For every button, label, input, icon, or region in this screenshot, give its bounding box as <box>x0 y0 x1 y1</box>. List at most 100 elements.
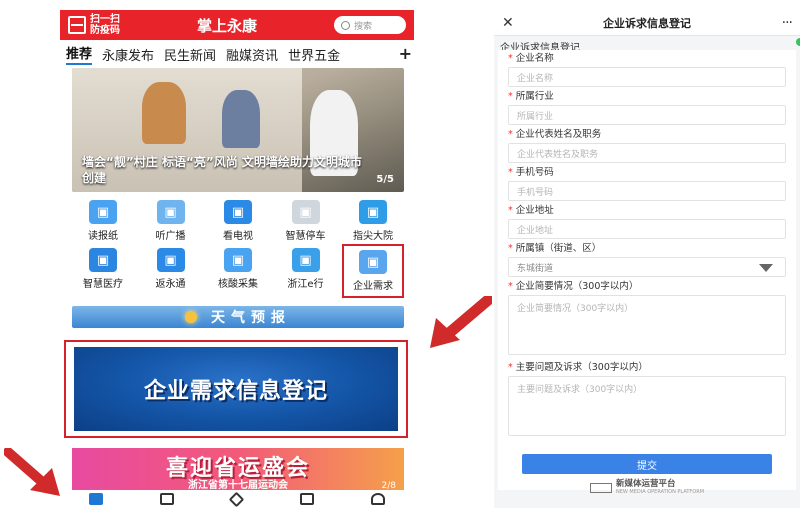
service-grid: ▣ 读报纸 ▣ 听广播 ▣ 看电视 ▣ 智慧停车 ▣ 指尖大院 ▣ 智慧医疗 ▣ 返永通 ▣ 核酸采集 ▣ 浙江… <box>72 200 404 304</box>
grid-item-edit[interactable]: ▣ 企业需求 <box>342 244 404 298</box>
field-label: 企业名称 <box>515 53 554 64</box>
building-nav-icon[interactable] <box>299 493 314 505</box>
test-tube-icon: ▣ <box>224 248 252 272</box>
text-input[interactable]: 企业代表姓名及职务 <box>508 143 786 163</box>
news-banner[interactable]: 墙会“靓”村庄 标语“亮”风尚 文明墙绘助力文明城市创建 5/5 <box>72 68 404 192</box>
grid-item-label: 看电视 <box>223 231 253 242</box>
red-arrow-down-right-icon <box>4 448 60 496</box>
grid-item-hospital[interactable]: ▣ 智慧医疗 <box>72 248 134 298</box>
required-mark: * <box>508 243 513 254</box>
left-phone-screen: 扫一扫 防疫码 掌上永康 搜索 推荐 永康发布 民生新闻 融媒资讯 世界五金 +… <box>60 10 414 508</box>
platform-logo-icon <box>589 482 612 493</box>
textarea-placeholder: 企业简要情况（300字以内） <box>517 304 634 314</box>
town-select-value: 东城街道 <box>517 263 554 274</box>
textarea-input[interactable]: 企业简要情况（300字以内） <box>508 295 786 355</box>
input-placeholder: 手机号码 <box>517 187 554 198</box>
enterprise-demand-banner[interactable]: 企业需求信息登记 <box>74 347 398 431</box>
tab-media-news[interactable]: 融媒资讯 <box>226 45 278 64</box>
text-input[interactable]: 企业名称 <box>508 67 786 87</box>
banner-page-indicator: 5/5 <box>376 174 394 185</box>
grid-item-radio[interactable]: ▣ 听广播 <box>140 200 202 242</box>
profile-nav-icon[interactable] <box>371 493 386 505</box>
home-icon[interactable] <box>88 493 103 505</box>
enterprise-demand-highlight: 企业需求信息登记 <box>64 340 408 438</box>
app-title: 掌上永康 <box>196 16 257 35</box>
field-label: 主要问题及诉求（300字以内） <box>515 362 648 373</box>
games-banner[interactable]: 喜迎省运盛会 浙江省第十七届运动会 2/8 <box>72 448 404 492</box>
radio-icon: ▣ <box>156 200 185 224</box>
status-dot <box>796 38 800 46</box>
right-phone-screen: ✕ 企业诉求信息登记 ··· 企业诉求信息登记 * 企业名称 企业名称 * 所属行业 所属… <box>494 10 800 508</box>
registration-form: * 企业名称 企业名称 * 所属行业 所属行业 * 企业代表姓名及职务 企业代表姓名及职务 * 手机… <box>498 50 796 495</box>
tv-icon: ▣ <box>224 200 252 224</box>
weather-forecast-banner[interactable]: 天气预报 <box>72 306 404 328</box>
field-label: 企业代表姓名及职务 <box>515 129 602 140</box>
red-arrow-down-left-icon <box>430 296 492 348</box>
newspaper-icon: ▣ <box>89 200 117 224</box>
service-nav-icon[interactable] <box>229 491 245 507</box>
grid-item-label: 返永通 <box>155 279 186 290</box>
text-input[interactable]: 所属行业 <box>508 105 786 125</box>
field-label: 手机号码 <box>515 167 554 178</box>
required-mark: * <box>508 167 513 178</box>
tab-hardware[interactable]: 世界五金 <box>288 45 340 64</box>
footer: 新媒体运营平台 NEW MEDIA OPERATION PLATFORM <box>498 480 796 495</box>
scan-label: 扫一扫 防疫码 <box>90 14 120 36</box>
parking-icon: ▣ <box>291 200 320 224</box>
tv-nav-icon[interactable] <box>160 493 175 505</box>
grid-item-label: 企业需求 <box>353 281 393 292</box>
text-input[interactable]: 手机号码 <box>508 181 786 201</box>
title-bar: ✕ 企业诉求信息登记 ··· <box>494 10 800 36</box>
form-field: * 企业地址 企业地址 <box>508 204 786 239</box>
required-mark: * <box>508 205 513 216</box>
town-select[interactable]: 东城街道 <box>508 257 786 277</box>
form-textarea-field: * 主要问题及诉求（300字以内） 主要问题及诉求（300字以内） <box>508 361 786 436</box>
search-box[interactable]: 搜索 <box>334 16 406 34</box>
form-field: * 所属行业 所属行业 <box>508 90 786 125</box>
search-placeholder: 搜索 <box>354 21 373 32</box>
required-mark: * <box>508 129 513 140</box>
grid-item-newspaper[interactable]: ▣ 读报纸 <box>72 200 134 242</box>
tab-livelihood-news[interactable]: 民生新闻 <box>164 45 216 64</box>
edit-icon: ▣ <box>359 250 387 274</box>
page-title: 企业诉求信息登记 <box>603 16 691 30</box>
grid-item-label: 智慧医疗 <box>83 279 123 290</box>
mural-figure <box>222 90 260 148</box>
required-mark: * <box>508 281 513 292</box>
textarea-input[interactable]: 主要问题及诉求（300字以内） <box>508 376 786 436</box>
weather-text: 天气预报 <box>211 310 291 326</box>
required-mark: * <box>508 91 513 102</box>
submit-button[interactable]: 提交 <box>522 454 772 474</box>
scan-icon <box>68 16 86 34</box>
channel-tabs: 推荐 永康发布 民生新闻 融媒资讯 世界五金 + <box>60 40 414 68</box>
grid-item-tv[interactable]: ▣ 看电视 <box>207 200 269 242</box>
text-input[interactable]: 企业地址 <box>508 219 786 239</box>
scan-button[interactable]: 扫一扫 防疫码 <box>68 14 150 36</box>
grid-item-label: 读报纸 <box>88 231 118 242</box>
grid-item-zhejiang-travel[interactable]: ▣ 浙江e行 <box>275 248 337 298</box>
tab-yongkang-release[interactable]: 永康发布 <box>102 45 154 64</box>
tab-recommend[interactable]: 推荐 <box>66 43 93 65</box>
games-subtitle: 浙江省第十七届运动会 <box>188 480 288 491</box>
hospital-icon: ▣ <box>89 248 117 272</box>
textarea-placeholder: 主要问题及诉求（300字以内） <box>517 385 643 395</box>
close-icon[interactable]: ✕ <box>502 15 522 31</box>
search-icon <box>341 20 350 30</box>
field-label: 所属行业 <box>515 91 554 102</box>
form-field: * 企业名称 企业名称 <box>508 52 786 87</box>
mural-figure <box>142 82 186 144</box>
more-icon[interactable]: ··· <box>772 15 793 31</box>
field-label: 所属镇（街道、区） <box>515 243 602 254</box>
bottom-nav <box>60 490 414 508</box>
input-placeholder: 企业地址 <box>517 225 554 236</box>
footer-subtext: NEW MEDIA OPERATION PLATFORM <box>615 489 705 495</box>
grid-item-return[interactable]: ▣ 返永通 <box>140 248 202 298</box>
grid-item-test-tube[interactable]: ▣ 核酸采集 <box>207 248 269 298</box>
dropdown-arrow-icon <box>759 264 773 272</box>
grid-item-fingertip[interactable]: ▣ 指尖大院 <box>342 200 404 242</box>
grid-item-parking[interactable]: ▣ 智慧停车 <box>275 200 337 242</box>
footer-text: 新媒体运营平台 <box>615 479 676 489</box>
grid-item-label: 浙江e行 <box>287 279 324 290</box>
add-channel-icon[interactable]: + <box>395 44 412 63</box>
fingertip-icon: ▣ <box>359 200 387 224</box>
